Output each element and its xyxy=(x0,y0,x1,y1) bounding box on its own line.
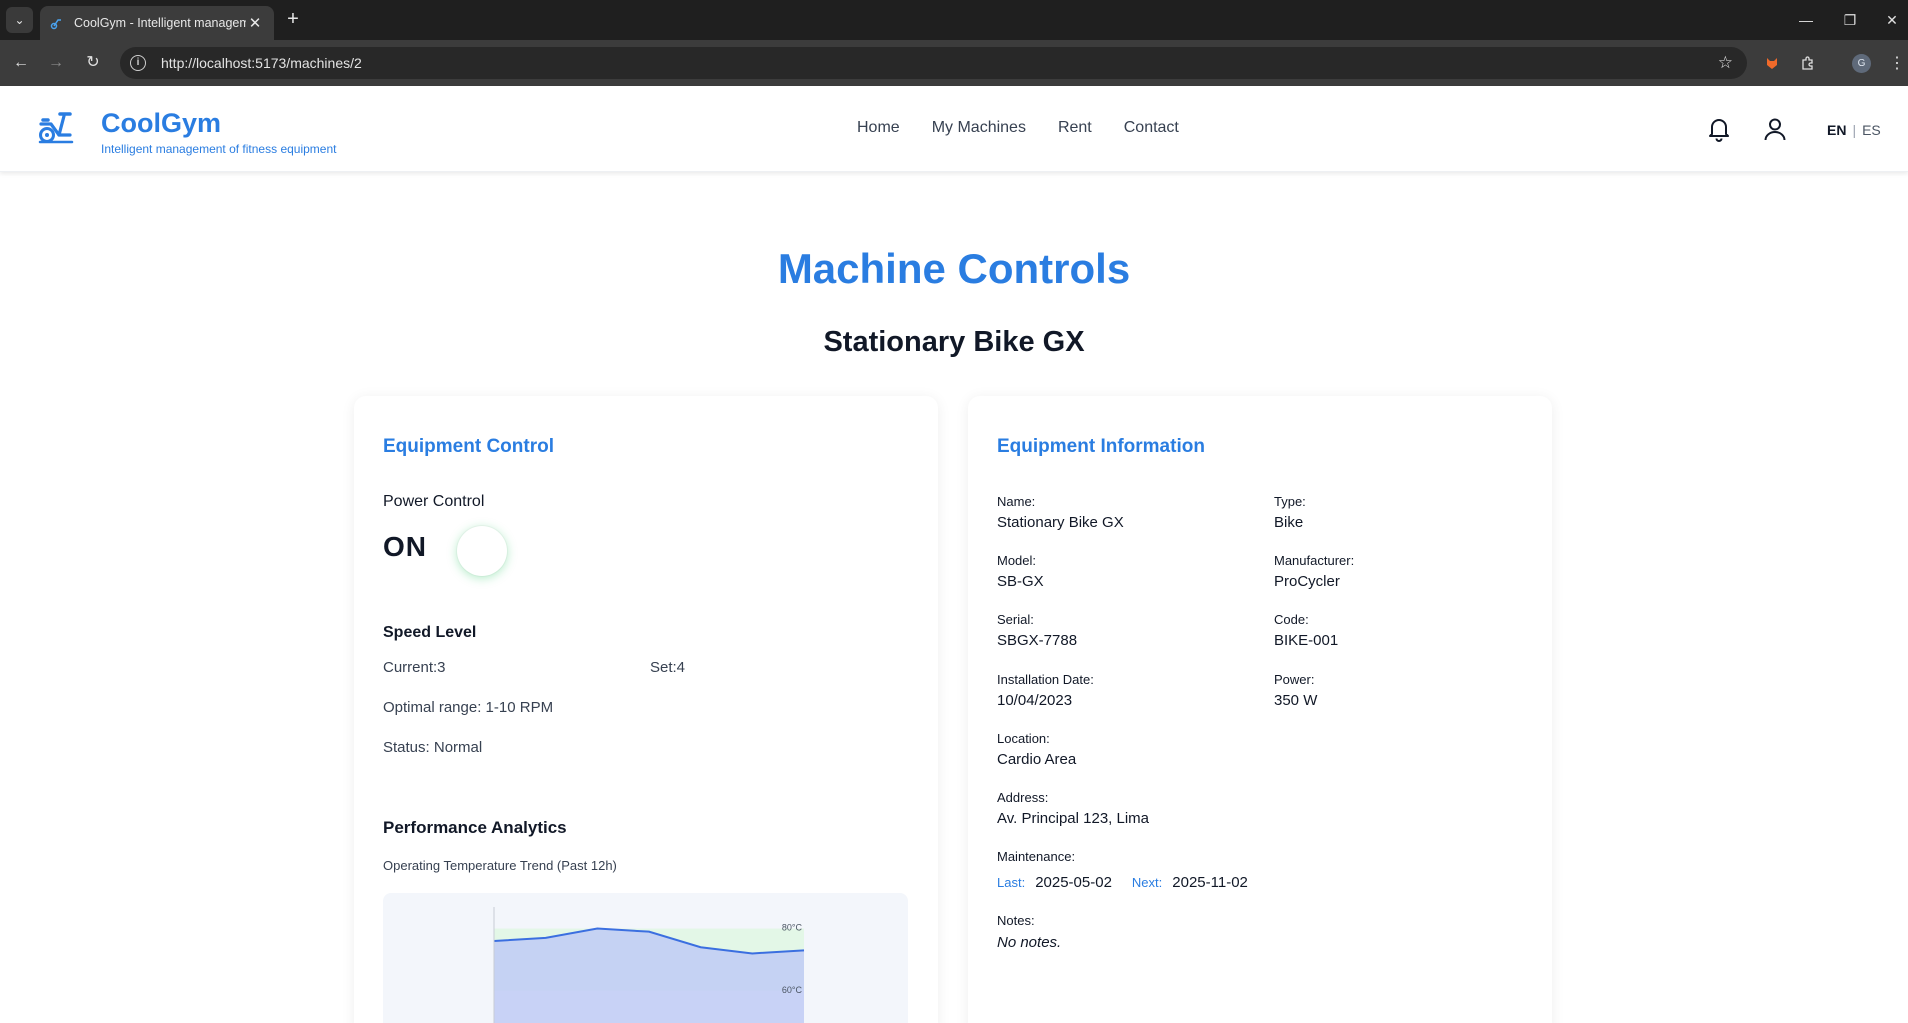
speed-level-label: Speed Level xyxy=(383,624,477,641)
reference-label-0: 80°C xyxy=(782,923,803,933)
restore-window-icon[interactable]: ❐ xyxy=(1836,8,1864,32)
user-account-icon[interactable] xyxy=(1762,116,1788,142)
browser-tab[interactable]: CoolGym - Intelligent management of fitn… xyxy=(40,6,274,40)
notes-value: No notes. xyxy=(997,934,1062,951)
page-title: Machine Controls xyxy=(777,245,1131,292)
lang-es[interactable]: ES xyxy=(1862,122,1881,138)
code-value: BIKE-001 xyxy=(1274,632,1339,649)
language-switcher: EN | ES xyxy=(1827,122,1881,138)
type-value: Bike xyxy=(1274,514,1304,531)
maintenance-next-label: Next: xyxy=(1131,875,1163,890)
url-text[interactable]: http://localhost:5173/machines/2 xyxy=(161,55,362,71)
performance-analytics-title: Performance Analytics xyxy=(383,818,567,837)
equipment-control-card: Equipment Control Power Control ON Speed… xyxy=(354,396,938,1023)
address-label: Address: xyxy=(997,790,1049,805)
nav-home[interactable]: Home xyxy=(857,119,900,137)
power-label: Power: xyxy=(1274,672,1315,687)
browser-toolbar: ← → ↻ i http://localhost:5173/machines/2… xyxy=(0,40,1908,86)
reload-icon[interactable]: ↻ xyxy=(81,51,105,75)
address-bar[interactable]: i http://localhost:5173/machines/2 ☆ xyxy=(120,47,1747,79)
power-control-label: Power Control xyxy=(383,493,485,510)
temperature-chart-panel: 80°C 60°C xyxy=(383,893,908,1023)
browser-tab-strip: ⌄ CoolGym - Intelligent management of fi… xyxy=(0,0,1908,40)
back-arrow-icon[interactable]: ← xyxy=(9,51,33,75)
manufacturer-value: ProCycler xyxy=(1274,573,1340,590)
stationary-bike-logo-icon[interactable] xyxy=(37,108,75,144)
bookmark-star-icon[interactable]: ☆ xyxy=(1718,53,1733,73)
manufacturer-label: Manufacturer: xyxy=(1274,553,1355,568)
site-info-icon[interactable]: i xyxy=(130,55,146,71)
model-value: SB-GX xyxy=(997,573,1044,590)
equipment-information-card: Equipment Information Name: Stationary B… xyxy=(968,396,1552,1023)
power-state-text: ON xyxy=(383,531,427,562)
nav-rent[interactable]: Rent xyxy=(1058,119,1092,137)
new-tab-plus-icon[interactable]: + xyxy=(281,8,305,32)
tab-search-chevron-icon[interactable]: ⌄ xyxy=(6,7,33,33)
installation-date-label: Installation Date: xyxy=(997,672,1094,687)
close-tab-icon[interactable]: ✕ xyxy=(246,14,264,32)
nav-my-machines[interactable]: My Machines xyxy=(932,119,1026,137)
code-label: Code: xyxy=(1274,612,1309,627)
optimal-range-text: Optimal range: 1-10 RPM xyxy=(383,699,554,716)
speed-current-value: Current:3 xyxy=(383,659,446,676)
tab-title: CoolGym - Intelligent management of fitn… xyxy=(74,16,246,30)
name-label: Name: xyxy=(997,494,1036,509)
profile-avatar[interactable]: G xyxy=(1852,54,1871,73)
notes-label: Notes: xyxy=(997,913,1035,928)
status-text: Status: Normal xyxy=(383,739,483,756)
temperature-chart: 80°C 60°C xyxy=(493,907,805,1023)
brand-tagline: Intelligent management of fitness equipm… xyxy=(101,142,337,156)
lang-en[interactable]: EN xyxy=(1827,122,1846,138)
speed-set-value: Set:4 xyxy=(650,659,686,676)
extension-fox-icon[interactable] xyxy=(1761,52,1783,74)
maintenance-next-value: 2025-11-02 xyxy=(1172,874,1248,891)
serial-value: SBGX-7788 xyxy=(997,632,1078,649)
maintenance-label: Maintenance: xyxy=(997,849,1076,864)
type-label: Type: xyxy=(1274,494,1306,509)
serial-label: Serial: xyxy=(997,612,1034,627)
power-toggle-button[interactable] xyxy=(457,526,507,576)
maintenance-last-label: Last: xyxy=(997,875,1026,890)
maintenance-last-value: 2025-05-02 xyxy=(1035,874,1112,891)
name-value: Stationary Bike GX xyxy=(997,514,1124,531)
machine-name-heading: Stationary Bike GX xyxy=(823,326,1085,358)
bike-favicon-icon xyxy=(50,16,64,30)
equipment-information-title: Equipment Information xyxy=(997,436,1205,457)
reference-label-1: 60°C xyxy=(782,985,803,995)
power-value: 350 W xyxy=(1274,692,1318,709)
location-value: Cardio Area xyxy=(997,751,1077,768)
temperature-trend-subtitle: Operating Temperature Trend (Past 12h) xyxy=(383,858,617,873)
model-label: Model: xyxy=(997,553,1037,568)
maintenance-dates: Last: 2025-05-02 Next: 2025-11-02 xyxy=(997,874,1248,891)
main-nav: Home My Machines Rent Contact xyxy=(857,119,1179,137)
equipment-control-title: Equipment Control xyxy=(383,436,554,457)
extensions-puzzle-icon[interactable] xyxy=(1797,52,1819,74)
app-header: CoolGym Intelligent management of fitnes… xyxy=(0,86,1908,172)
close-window-icon[interactable]: ✕ xyxy=(1878,8,1906,32)
lang-separator: | xyxy=(1852,122,1857,138)
brand-name[interactable]: CoolGym xyxy=(101,108,221,139)
browser-menu-kebab-icon[interactable]: ⋮ xyxy=(1886,52,1908,74)
notifications-bell-icon[interactable] xyxy=(1706,116,1732,142)
location-label: Location: xyxy=(997,731,1050,746)
minimize-window-icon[interactable]: — xyxy=(1792,8,1820,32)
nav-contact[interactable]: Contact xyxy=(1124,119,1179,137)
address-value: Av. Principal 123, Lima xyxy=(997,810,1150,827)
forward-arrow-icon[interactable]: → xyxy=(44,51,68,75)
installation-date-value: 10/04/2023 xyxy=(997,692,1073,709)
